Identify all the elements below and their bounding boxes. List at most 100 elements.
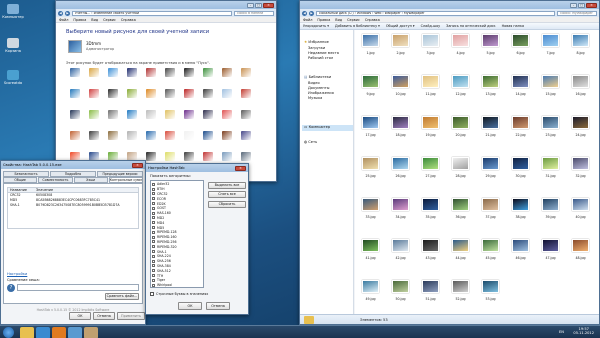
file-item[interactable]: 5.jpg (479, 34, 503, 60)
nav-item-desktop[interactable]: Рабочий стол (308, 56, 333, 60)
file-item[interactable]: 37.jpg (479, 198, 503, 224)
file-item[interactable]: 10.jpg (389, 75, 413, 101)
file-item[interactable]: 6.jpg (509, 34, 533, 60)
column-header-name[interactable]: Название (8, 188, 34, 192)
file-item[interactable]: 9.jpg (359, 75, 383, 101)
account-picture[interactable] (222, 110, 232, 119)
algorithm-checkbox[interactable] (152, 216, 155, 220)
file-item[interactable]: 25.jpg (359, 157, 383, 183)
toolbar-button[interactable]: Общий доступ ▾ (386, 24, 415, 28)
minimize-button[interactable]: – (570, 2, 577, 8)
account-picture[interactable] (108, 68, 118, 77)
file-item[interactable]: 12.jpg (449, 75, 473, 101)
file-item[interactable]: 46.jpg (509, 239, 533, 265)
account-picture[interactable] (165, 89, 175, 98)
maximize-button[interactable]: □ (255, 2, 262, 8)
toolbar-button[interactable]: Запись на оптический диск (446, 24, 495, 28)
file-item[interactable]: 41.jpg (359, 239, 383, 265)
file-item[interactable]: 15.jpg (539, 75, 563, 101)
menu-item[interactable]: Правка (73, 18, 86, 22)
reset-button[interactable]: Сбросить (208, 201, 246, 208)
nav-computer[interactable]: ▭ Компьютер (302, 125, 353, 131)
account-picture[interactable] (89, 89, 99, 98)
account-picture[interactable] (184, 110, 194, 119)
account-picture[interactable] (89, 68, 99, 77)
ok-button[interactable]: ОК (69, 312, 91, 320)
back-icon[interactable]: ◀ (58, 10, 63, 16)
table-row[interactable]: SHA-1 B079D823C263475087EC8059991B0BB5D57… (8, 203, 138, 208)
toolbar-button[interactable]: Добавить в библиотеку ▾ (335, 24, 380, 28)
nav-item-video[interactable]: Видео (308, 81, 320, 85)
lowercase-checkbox[interactable] (150, 292, 154, 296)
account-picture[interactable] (165, 152, 175, 161)
forward-icon[interactable]: ▶ (65, 10, 70, 16)
file-item[interactable]: 22.jpg (509, 116, 533, 142)
algorithm-checkbox[interactable] (152, 245, 155, 249)
clear-all-button[interactable]: Снять все (208, 191, 246, 198)
file-item[interactable]: 19.jpg (419, 116, 443, 142)
file-item[interactable]: 18.jpg (389, 116, 413, 142)
file-item[interactable]: 47.jpg (539, 239, 563, 265)
account-picture[interactable] (165, 68, 175, 77)
file-item[interactable]: 20.jpg (449, 116, 473, 142)
compare-hash-input[interactable] (17, 284, 139, 291)
account-picture[interactable] (70, 68, 80, 77)
algorithm-checkbox[interactable] (152, 211, 155, 215)
desktop-icon-recycle-bin[interactable]: Корзина (2, 38, 24, 53)
menu-item[interactable]: Справка (121, 18, 136, 22)
nav-network[interactable]: ◍ Сеть (304, 140, 317, 144)
nav-libraries[interactable]: ▤ Библиотеки (304, 75, 331, 79)
compare-file-button[interactable]: Сравнить файл... (105, 293, 139, 300)
account-picture[interactable] (222, 131, 232, 140)
account-picture[interactable] (203, 131, 213, 140)
file-item[interactable]: 28.jpg (449, 157, 473, 183)
algorithm-checkbox[interactable] (152, 221, 155, 225)
file-item[interactable]: 17.jpg (359, 116, 383, 142)
nav-item-recent[interactable]: Недавние места (308, 51, 339, 55)
file-item[interactable]: 51.jpg (419, 280, 443, 306)
account-picture[interactable] (222, 68, 232, 77)
algorithm-checkbox[interactable] (152, 202, 155, 206)
file-item[interactable]: 26.jpg (389, 157, 413, 183)
lowercase-option[interactable]: Строчные буквы в значениях (150, 292, 208, 296)
algorithm-checkbox[interactable] (152, 235, 155, 239)
account-picture[interactable] (222, 152, 232, 161)
account-picture[interactable] (108, 89, 118, 98)
start-button[interactable] (3, 327, 14, 338)
algorithm-checkbox[interactable] (152, 206, 155, 210)
menu-item[interactable]: Сервис (103, 18, 116, 22)
account-picture[interactable] (241, 89, 251, 98)
account-picture[interactable] (127, 110, 137, 119)
toolbar-button[interactable]: Новая папка (502, 24, 524, 28)
settings-link[interactable]: Настройки (7, 272, 27, 276)
file-item[interactable]: 42.jpg (389, 239, 413, 265)
column-header-value[interactable]: Значение (34, 188, 138, 192)
ok-button[interactable]: ОК (178, 302, 202, 310)
nav-favorites[interactable]: ★ Избранное (304, 40, 329, 44)
algorithm-checkbox[interactable] (152, 269, 155, 273)
menu-item[interactable]: Справка (365, 18, 380, 22)
file-item[interactable]: 11.jpg (419, 75, 443, 101)
file-item[interactable]: 45.jpg (479, 239, 503, 265)
file-item[interactable]: 49.jpg (359, 280, 383, 306)
file-item[interactable]: 44.jpg (449, 239, 473, 265)
file-item[interactable]: 40.jpg (569, 198, 593, 224)
file-item[interactable]: 21.jpg (479, 116, 503, 142)
toolbar-button[interactable]: Упорядочить ▾ (303, 24, 329, 28)
file-item[interactable]: 14.jpg (509, 75, 533, 101)
desktop-icon-computer[interactable]: Компьютер (2, 4, 24, 19)
back-icon[interactable]: ◀ (302, 10, 307, 16)
ie-app-icon[interactable] (36, 327, 50, 338)
account-picture[interactable] (70, 131, 80, 140)
algorithm-checkbox[interactable] (152, 250, 155, 254)
account-picture[interactable] (127, 131, 137, 140)
file-item[interactable]: 39.jpg (539, 198, 563, 224)
account-picture[interactable] (241, 131, 251, 140)
file-item[interactable]: 4.jpg (449, 34, 473, 60)
account-picture[interactable] (165, 110, 175, 119)
close-button[interactable]: ✕ (586, 2, 597, 8)
file-item[interactable]: 52.jpg (449, 280, 473, 306)
algorithm-checkbox[interactable] (152, 254, 155, 258)
nav-item-documents[interactable]: Документы (308, 86, 330, 90)
file-item[interactable]: 23.jpg (539, 116, 563, 142)
